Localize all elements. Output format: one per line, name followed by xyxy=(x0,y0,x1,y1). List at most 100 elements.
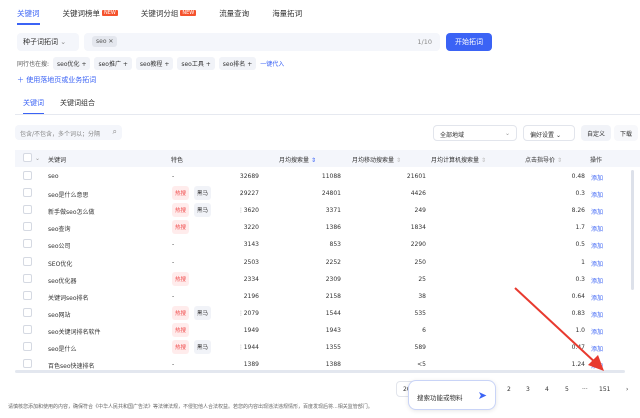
row-checkbox[interactable] xyxy=(23,205,32,214)
tab-label: 海量拓词 xyxy=(272,9,302,18)
add-link[interactable]: 添加 xyxy=(591,259,603,268)
start-button[interactable]: 开始拓词 xyxy=(446,33,492,51)
preference-select[interactable]: 偏好设置 ⌄ xyxy=(523,125,575,141)
row-checkbox[interactable] xyxy=(23,239,32,248)
suggestion-chip[interactable]: seo教程 + xyxy=(136,57,173,70)
preference-label: 偏好设置 xyxy=(530,132,554,139)
page-2[interactable]: 2 xyxy=(507,386,511,393)
add-link[interactable]: 添加 xyxy=(591,207,603,216)
table-row: seo公司-314385322900.5添加 xyxy=(15,236,625,253)
red-arrow-annotation xyxy=(510,285,610,375)
page-5[interactable]: 5 xyxy=(565,386,569,393)
col-monthly[interactable]: 月均搜索量 ⇕ xyxy=(279,155,316,164)
col-cpc[interactable]: 点击指导价 ⇕ xyxy=(525,155,562,164)
keyword-input[interactable]: seo ✕ 1/10 xyxy=(84,33,440,51)
pc-volume: 589 xyxy=(415,344,426,351)
keyword-count: 1/10 xyxy=(417,38,432,46)
chevron-down-icon[interactable]: ⌄ xyxy=(35,155,40,162)
region-select[interactable]: 全部地域⌄ xyxy=(433,125,517,141)
row-checkbox[interactable] xyxy=(23,188,32,197)
tab-2[interactable]: 关键词分组NEW xyxy=(141,8,196,24)
feature-none: - xyxy=(172,361,174,368)
page-···[interactable]: ··· xyxy=(582,386,588,393)
feature-none: - xyxy=(172,173,174,180)
tab-3[interactable]: 流量查询 xyxy=(219,8,249,24)
fill-all-link[interactable]: 一键代入 xyxy=(260,59,284,68)
row-checkbox[interactable] xyxy=(23,171,32,180)
add-link[interactable]: 添加 xyxy=(591,190,603,199)
custom-button[interactable]: 自定义 xyxy=(581,125,611,141)
download-button[interactable]: 下载 xyxy=(614,125,638,141)
keyword-cell: SEO优化 xyxy=(48,259,72,268)
vertical-scrollbar[interactable] xyxy=(631,170,634,290)
keyword-filter-input[interactable]: 包含/不包含，多个词以；分隔⌕ xyxy=(15,125,122,140)
row-checkbox[interactable] xyxy=(23,325,32,334)
keyword-chip: seo ✕ xyxy=(92,36,117,47)
plus-icon[interactable]: + xyxy=(204,61,211,68)
dark-horse-badge: 黑马 xyxy=(194,306,211,320)
table-row: seo-3268911088216010.48添加 xyxy=(15,168,625,185)
suggestion-chip[interactable]: seo优化 + xyxy=(53,57,90,70)
col-label: 点击指导价 xyxy=(525,157,555,164)
plus-icon[interactable]: + xyxy=(80,61,87,68)
pc-volume: <5 xyxy=(417,361,426,368)
plus-icon[interactable]: + xyxy=(121,61,128,68)
tab-1[interactable]: 关键词榜单NEW xyxy=(63,8,118,24)
add-link[interactable]: 添加 xyxy=(591,241,603,250)
row-checkbox[interactable] xyxy=(23,257,32,266)
keyword-cell: 关键词seo排名 xyxy=(48,293,89,302)
plus-icon[interactable]: + xyxy=(162,61,169,68)
suggestion-chip[interactable]: seo推广 + xyxy=(94,57,131,70)
divider xyxy=(15,114,640,115)
add-link[interactable]: 添加 xyxy=(591,276,603,285)
monthly-volume: 2503 xyxy=(244,259,259,266)
row-checkbox[interactable] xyxy=(23,359,32,368)
hot-search-badge: 热搜 xyxy=(172,340,189,354)
use-landing-label: 使用落地页或业务拓词 xyxy=(26,76,96,84)
keyword-cell: seo网站 xyxy=(48,310,71,319)
cpc-value: 8.26 xyxy=(572,207,585,214)
search-function-popup[interactable]: 搜索功能或物料➤ xyxy=(408,380,496,410)
add-link[interactable]: 添加 xyxy=(591,224,603,233)
row-checkbox[interactable] xyxy=(23,222,32,231)
suggestion-chip[interactable]: seo工具 + xyxy=(177,57,214,70)
send-icon[interactable]: ➤ xyxy=(478,389,487,402)
pc-volume: 1834 xyxy=(411,224,426,231)
next-page-icon[interactable]: › xyxy=(626,386,628,393)
seed-mode-select[interactable]: 种子词拓词 ⌄ xyxy=(17,33,79,51)
dark-horse-badge: 黑马 xyxy=(194,203,211,217)
page-3[interactable]: 3 xyxy=(526,386,530,393)
table-row: SEO优化-250322522501添加 xyxy=(15,254,625,271)
col-pc[interactable]: 月均计算机搜索量 ⇕ xyxy=(431,155,486,164)
page-4[interactable]: 4 xyxy=(545,386,549,393)
suggestion-chip[interactable]: seo排名 + xyxy=(219,57,256,70)
subtab-keywords[interactable]: 关键词 xyxy=(23,98,44,108)
new-badge: NEW xyxy=(102,10,118,16)
pc-volume: 4426 xyxy=(411,190,426,197)
add-link[interactable]: 添加 xyxy=(591,173,603,182)
use-landing-page-link[interactable]: ＋ 使用落地页或业务拓词 xyxy=(17,75,96,85)
select-all-checkbox[interactable] xyxy=(23,153,32,162)
tab-label: 关键词 xyxy=(17,9,40,18)
mobile-volume: 11088 xyxy=(322,173,341,180)
row-checkbox[interactable] xyxy=(23,291,32,300)
table-row: seo查询热搜3220138618341.7添加 xyxy=(15,219,625,236)
row-checkbox[interactable] xyxy=(23,274,32,283)
row-checkbox[interactable] xyxy=(23,342,32,351)
col-mobile[interactable]: 月均移动搜索量 ⇕ xyxy=(352,155,401,164)
chevron-down-icon: ⌄ xyxy=(556,132,561,139)
page-151[interactable]: 151 xyxy=(599,386,610,393)
tab-label: 流量查询 xyxy=(219,9,249,18)
feature-none: - xyxy=(172,293,174,300)
close-icon[interactable]: ✕ xyxy=(108,38,113,45)
pc-volume: 25 xyxy=(418,276,426,283)
plus-icon[interactable]: + xyxy=(245,61,252,68)
row-checkbox[interactable] xyxy=(23,308,32,317)
search-icon[interactable]: ⌕ xyxy=(113,127,117,137)
table-row: 新手做seo怎么做热搜黑马⋮362033712498.26添加 xyxy=(15,202,625,219)
chip-label: seo xyxy=(96,38,107,45)
tab-0[interactable]: 关键词 xyxy=(17,8,40,24)
keyword-cell: seo关键词排名软件 xyxy=(48,327,101,336)
subtab-keyword-combos[interactable]: 关键词组合 xyxy=(60,98,95,108)
tab-4[interactable]: 海量拓词 xyxy=(272,8,302,24)
